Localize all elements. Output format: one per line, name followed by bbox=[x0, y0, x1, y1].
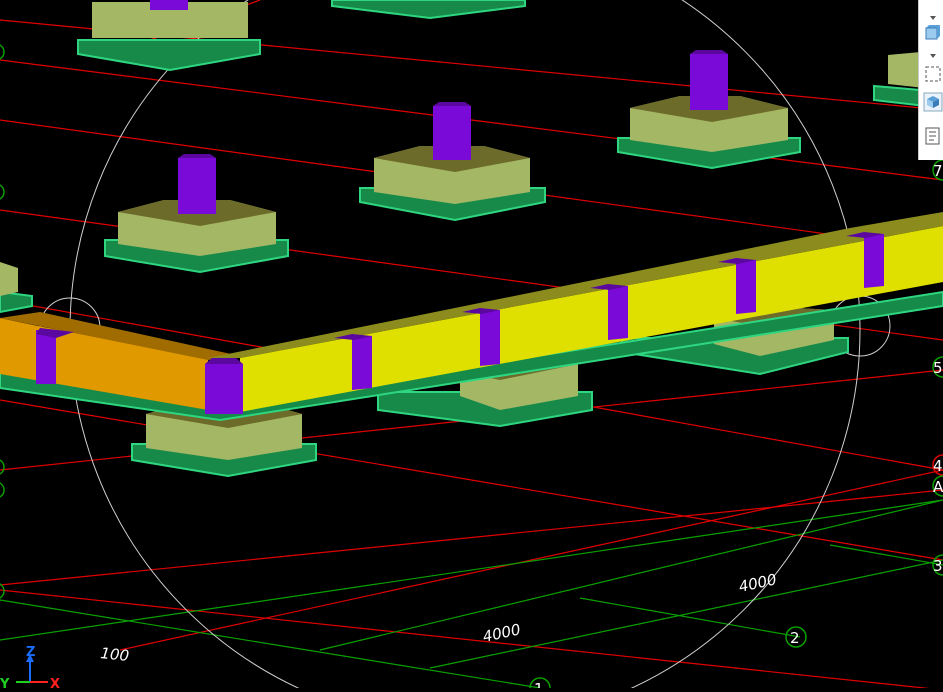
selection-box-icon[interactable] bbox=[923, 64, 943, 84]
svg-text:2: 2 bbox=[790, 629, 800, 647]
svg-text:3: 3 bbox=[933, 557, 943, 575]
svg-text:4: 4 bbox=[933, 457, 943, 475]
grid-bubble[interactable]: 7 bbox=[932, 159, 943, 181]
grid-bubble[interactable]: 3 bbox=[932, 554, 943, 576]
dimension-label: 4000 bbox=[481, 620, 522, 646]
footing-with-column[interactable] bbox=[359, 102, 546, 222]
footing-with-column[interactable] bbox=[617, 50, 801, 170]
footing[interactable] bbox=[77, 0, 261, 72]
dimension-label: 100 bbox=[100, 644, 130, 665]
view-cube-icon[interactable] bbox=[923, 22, 943, 42]
3d-model-viewport[interactable]: 100 4000 4000 2 1 7 5 4 A 3 bbox=[0, 0, 943, 692]
dropdown-arrow-icon[interactable] bbox=[923, 46, 943, 58]
svg-text:5: 5 bbox=[933, 359, 943, 377]
axis-x-label: X bbox=[50, 677, 60, 688]
axis-z-label: Z bbox=[26, 645, 35, 660]
svg-text:A: A bbox=[933, 478, 943, 496]
object-view-icon[interactable] bbox=[923, 92, 943, 112]
grid-bubble[interactable]: 2 bbox=[785, 626, 807, 648]
footing-with-column[interactable] bbox=[104, 154, 289, 274]
grid-bubble[interactable]: 5 bbox=[932, 356, 943, 378]
properties-list-icon[interactable] bbox=[923, 126, 943, 146]
grid-bubble[interactable]: A bbox=[932, 475, 943, 497]
footing[interactable] bbox=[0, 262, 33, 314]
dimension-label: 4000 bbox=[737, 570, 778, 596]
grid-bubble[interactable]: 4 bbox=[932, 454, 943, 476]
view-toolbar bbox=[918, 0, 943, 160]
dropdown-arrow-icon[interactable] bbox=[923, 8, 943, 20]
axis-triad: Z Y X bbox=[0, 645, 60, 692]
grid-lines-green bbox=[0, 499, 943, 689]
axis-y-label: Y bbox=[0, 677, 10, 688]
svg-text:7: 7 bbox=[933, 162, 943, 180]
footing[interactable] bbox=[331, 0, 526, 20]
svg-text:1: 1 bbox=[534, 680, 544, 688]
